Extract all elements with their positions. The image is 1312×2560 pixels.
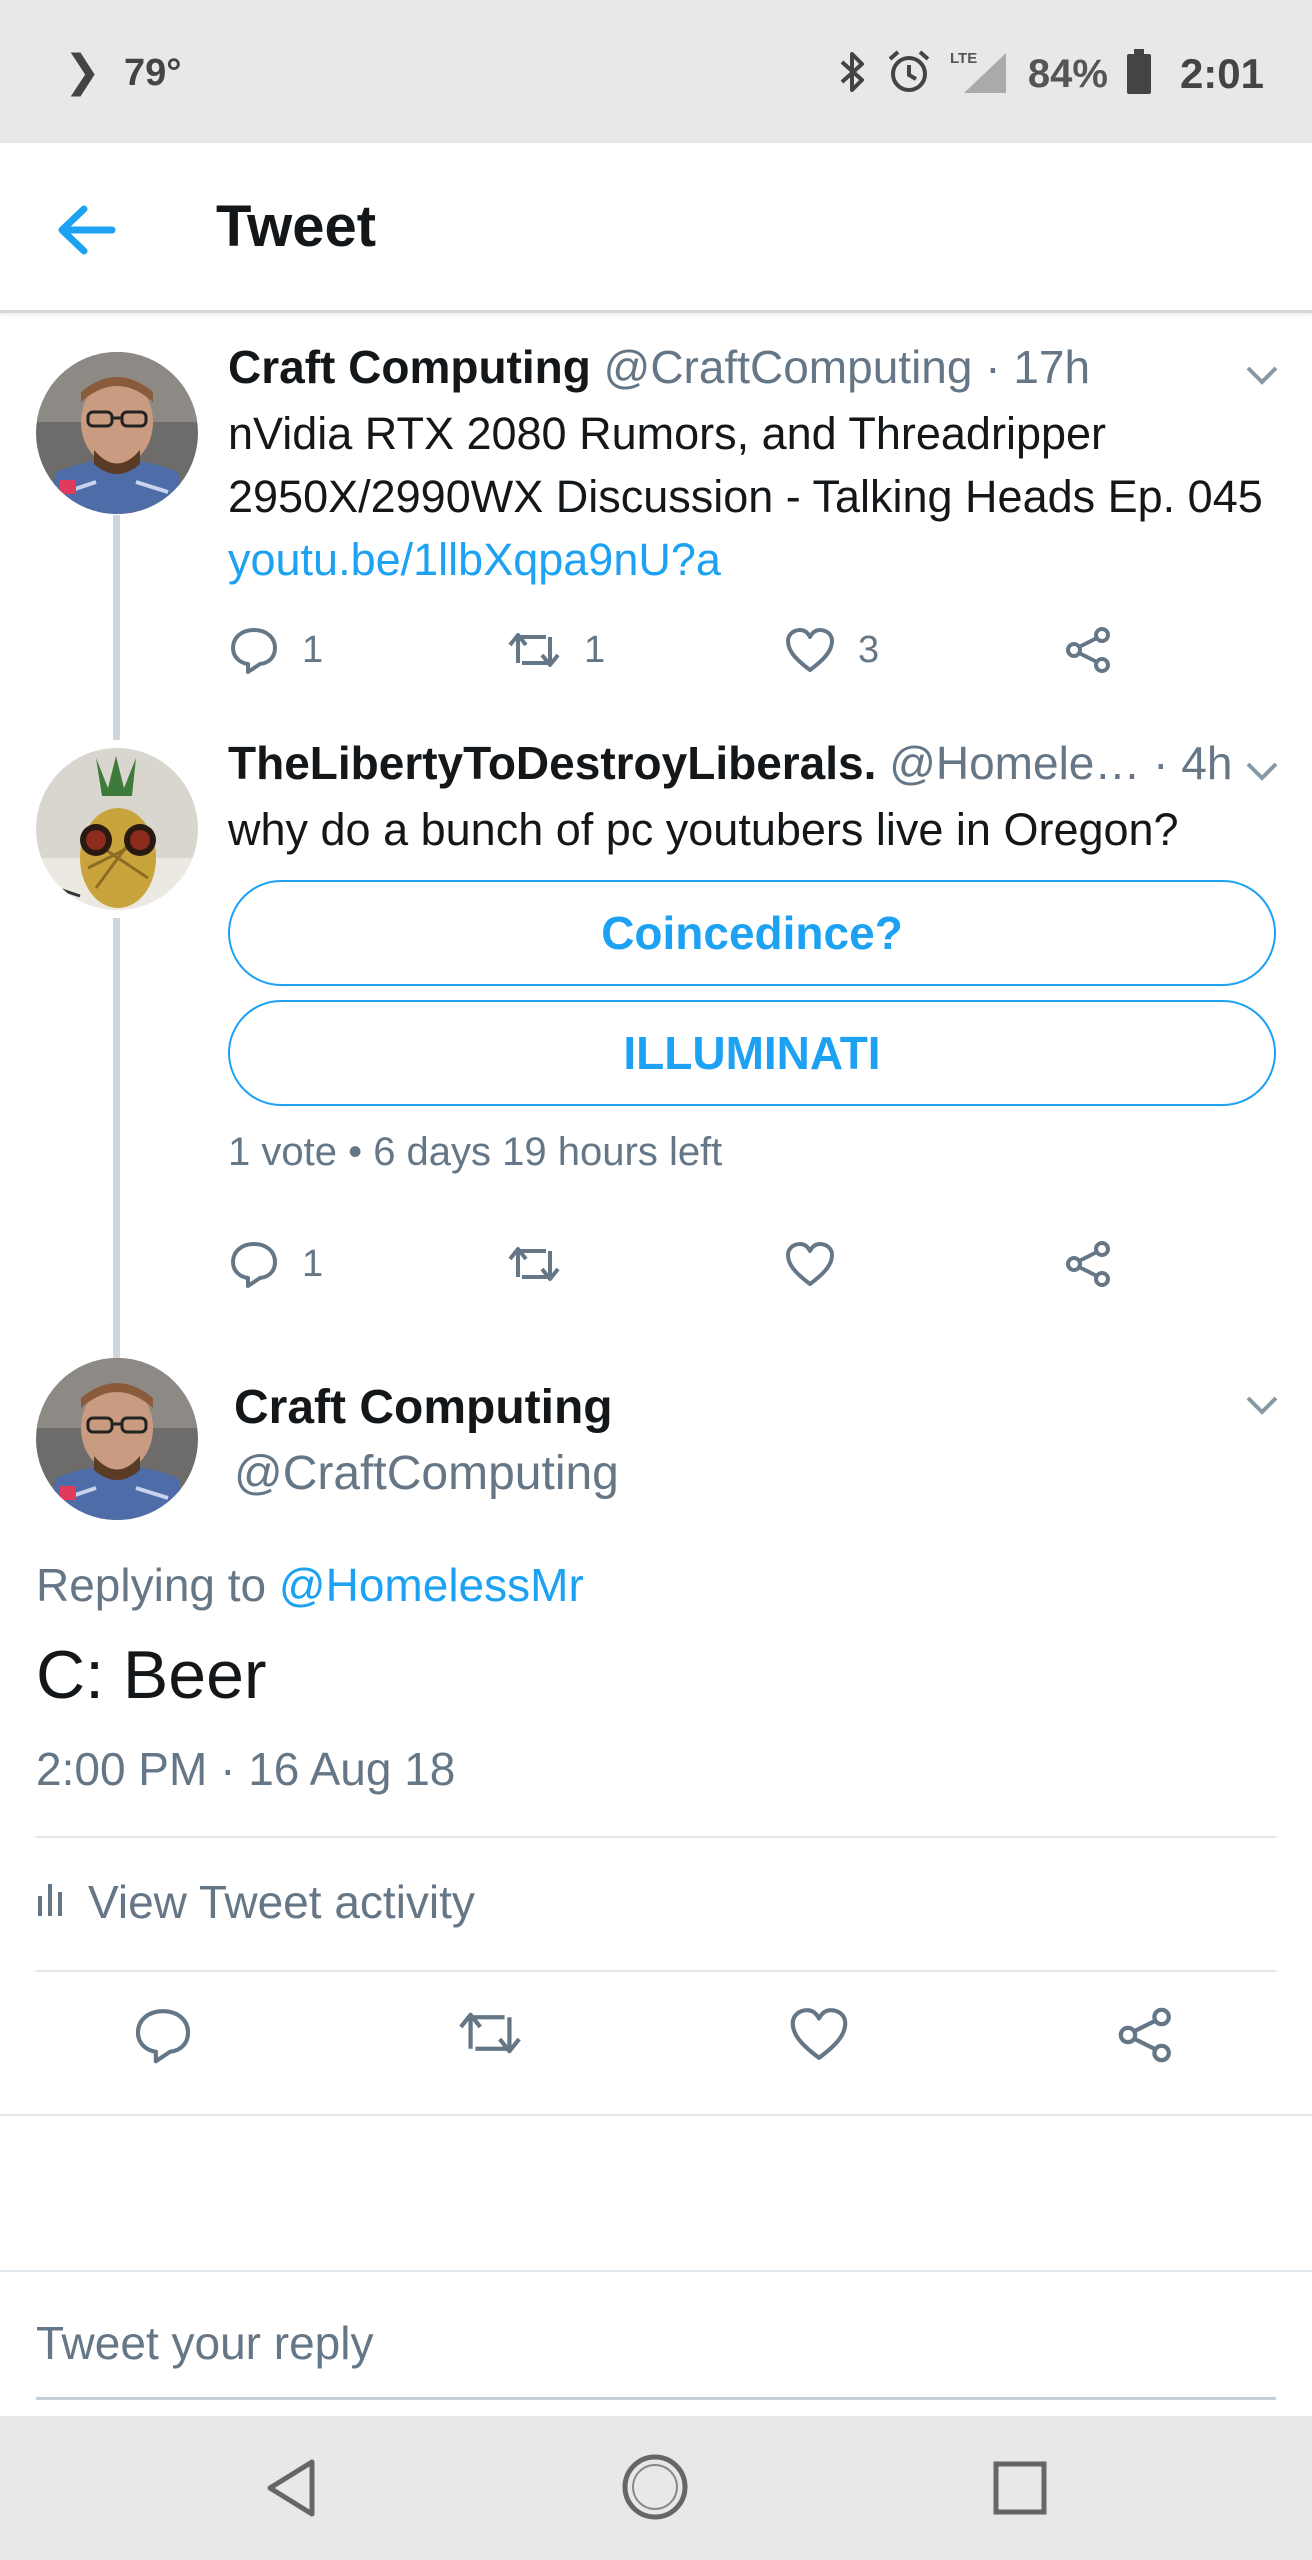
clock-time: 2:01 (1179, 50, 1264, 97)
weather-temperature: 79° (124, 52, 182, 94)
retweet-button[interactable] (456, 2005, 524, 2066)
thread-connector-line (113, 918, 120, 1358)
reply-button[interactable] (132, 2005, 194, 2070)
poll-status: 1 vote • 6 days 19 hours left (228, 1130, 723, 1174)
reply-count: 1 (302, 1242, 324, 1285)
replying-to: Replying to @HomelessMr (36, 1558, 584, 1612)
alarm-clock-icon (886, 49, 932, 100)
share-icon (1064, 625, 1114, 675)
battery-icon (1126, 48, 1152, 100)
avatar[interactable] (36, 352, 198, 514)
tweet-timestamp: 2:00 PM · 16 Aug 18 (36, 1743, 456, 1795)
replying-to-handle[interactable]: @HomelessMr (279, 1559, 584, 1611)
author-handle-time: @Homele… · 4h (889, 737, 1233, 789)
system-navigation-bar (0, 2416, 1312, 2560)
divider (36, 1970, 1276, 1972)
divider (0, 2270, 1312, 2272)
back-triangle-icon[interactable] (262, 2456, 318, 2525)
top-app-bar: Tweet (0, 143, 1312, 313)
reply-button[interactable]: 1 (228, 1234, 323, 1294)
share-icon (1116, 2007, 1176, 2069)
battery-percent: 84% (1027, 51, 1108, 96)
poll-option[interactable]: ILLUMINATI (228, 1000, 1276, 1106)
tweet-text: nVidia RTX 2080 Rumors, and Threadripper… (228, 402, 1268, 591)
reply-button[interactable]: 1 (228, 620, 323, 680)
reply-icon (228, 1239, 280, 1289)
heart-icon (784, 626, 836, 674)
retweet-button[interactable] (506, 1234, 562, 1294)
author-name[interactable]: Craft Computing (234, 1380, 613, 1435)
signal-lte-icon: LTE (950, 49, 1010, 100)
retweet-button[interactable]: 1 (506, 620, 605, 680)
tweet-actions (0, 2005, 1312, 2085)
tweet-body: nVidia RTX 2080 Rumors, and Threadripper… (228, 408, 1263, 522)
avatar[interactable] (36, 1358, 198, 1520)
activity-label: View Tweet activity (88, 1876, 475, 1928)
avatar[interactable] (36, 748, 198, 910)
like-count: 3 (858, 628, 880, 671)
bar-chart-icon (36, 1875, 66, 1929)
tweet-link[interactable]: youtu.be/1llbXqpa9nU?a (228, 534, 721, 585)
back-arrow-icon[interactable] (52, 195, 122, 265)
bluetooth-icon (838, 50, 868, 99)
share-button[interactable] (1064, 620, 1114, 680)
tweet-actions: 1 (228, 1234, 1228, 1294)
like-button[interactable]: 3 (784, 620, 879, 680)
chevron-right-icon: ❯ (64, 47, 101, 96)
view-tweet-activity-link[interactable]: View Tweet activity (36, 1875, 475, 1929)
retweet-count: 1 (584, 628, 606, 671)
chevron-down-icon[interactable] (1242, 1390, 1282, 1420)
retweet-icon (456, 2012, 524, 2065)
recents-square-icon[interactable] (992, 2460, 1048, 2521)
reply-count: 1 (302, 628, 324, 671)
reply-icon (228, 625, 280, 675)
tweet-header: Craft Computing @CraftComputing · 17h (228, 340, 1090, 394)
tweet-actions: 1 1 3 (228, 620, 1228, 680)
poll-option[interactable]: Coincedince? (228, 880, 1276, 986)
retweet-icon (506, 627, 562, 673)
network-label: LTE (950, 50, 977, 67)
chevron-down-icon[interactable] (1242, 756, 1282, 786)
author-handle-time: @CraftComputing · 17h (603, 341, 1091, 393)
heart-icon (788, 2008, 850, 2067)
tweet-body: why do a bunch of pc youtubers live in O… (228, 804, 1179, 855)
share-button[interactable] (1116, 2005, 1176, 2070)
author-name[interactable]: TheLibertyToDestroyLiberals. (228, 737, 876, 789)
retweet-icon (506, 1241, 562, 1287)
share-icon (1064, 1239, 1114, 1289)
like-button[interactable] (788, 2005, 850, 2068)
chevron-down-icon[interactable] (1242, 360, 1282, 390)
status-bar: ❯ 79° LTE 84% 2:01 (0, 0, 1312, 143)
author-handle[interactable]: @CraftComputing (234, 1446, 619, 1501)
tweet-header: TheLibertyToDestroyLiberals. @Homele… · … (228, 736, 1232, 790)
page-title: Tweet (216, 194, 377, 259)
like-button[interactable] (784, 1234, 836, 1294)
divider (36, 1836, 1276, 1838)
tweet-body: C: Beer (36, 1637, 267, 1713)
divider (0, 2114, 1312, 2116)
reply-icon (132, 2009, 194, 2069)
reply-input[interactable]: Tweet your reply (36, 2310, 1276, 2400)
replying-prefix: Replying to (36, 1559, 279, 1611)
thread-connector-line (113, 515, 120, 740)
share-button[interactable] (1064, 1234, 1114, 1294)
status-icons: LTE 84% 2:01 (838, 44, 1264, 104)
heart-icon (784, 1240, 836, 1288)
home-circle-icon[interactable] (620, 2452, 690, 2527)
author-name[interactable]: Craft Computing (228, 341, 591, 393)
